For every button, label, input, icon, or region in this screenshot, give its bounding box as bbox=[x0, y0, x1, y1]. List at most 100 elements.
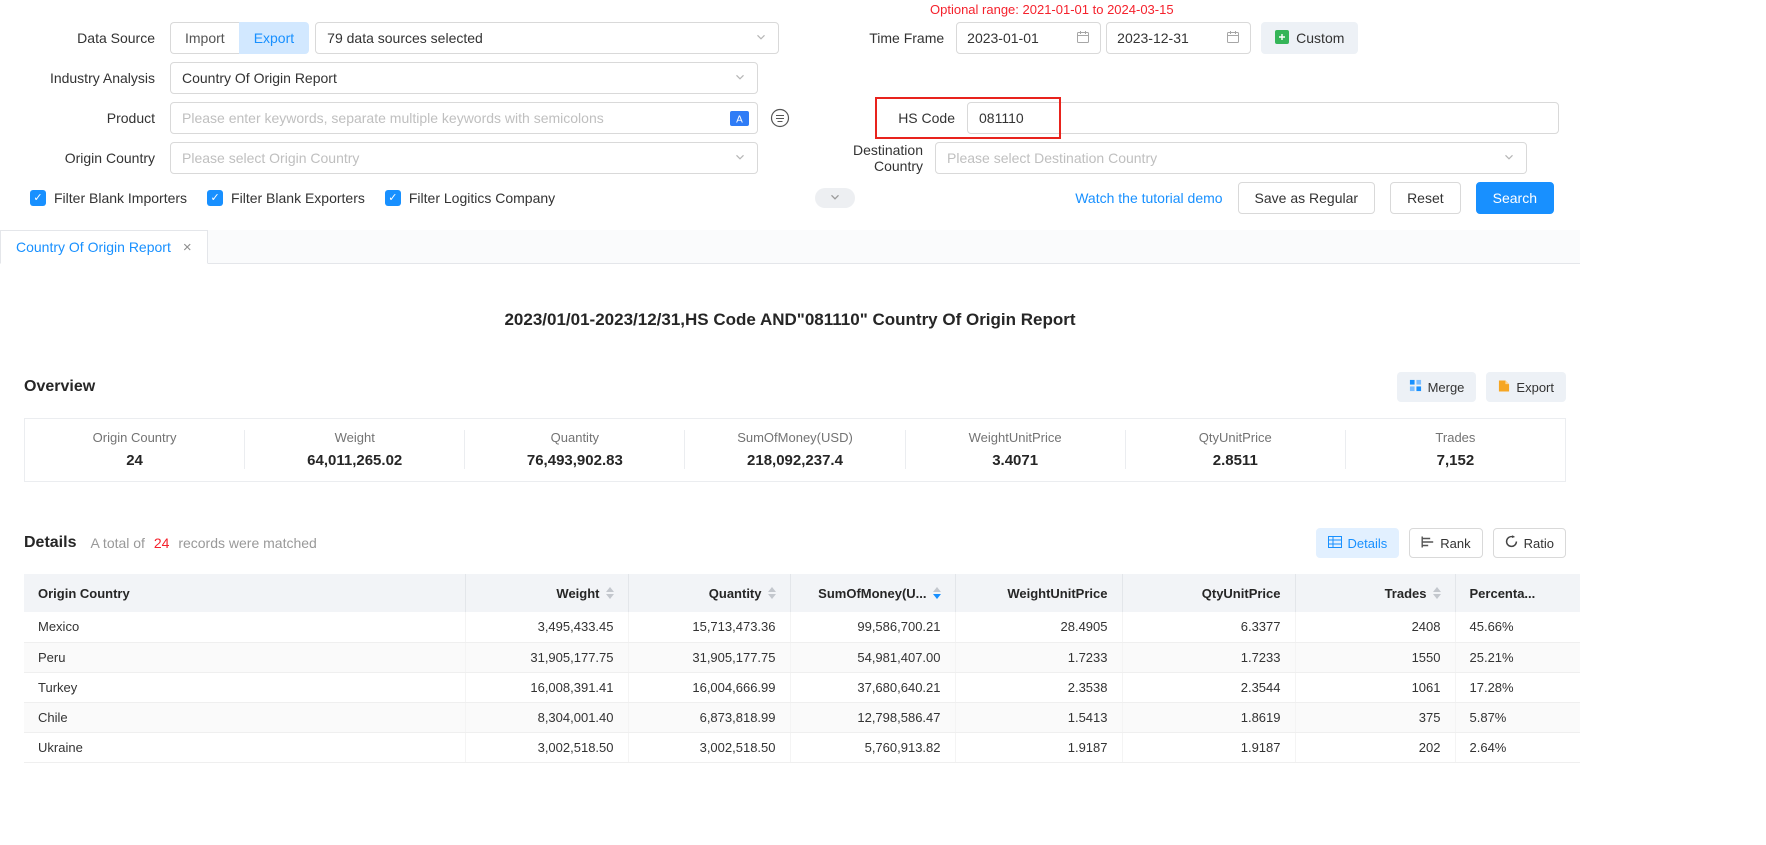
ratio-view-button[interactable]: Ratio bbox=[1493, 528, 1566, 558]
details-view-button[interactable]: Details bbox=[1316, 528, 1400, 558]
checkbox-label: Filter Blank Exporters bbox=[231, 190, 365, 206]
stat-value: 2.8511 bbox=[1126, 452, 1345, 469]
import-toggle-button[interactable]: Import bbox=[170, 22, 239, 54]
cell-weight: 8,304,001.40 bbox=[465, 702, 628, 732]
destination-country-select[interactable]: Please select Destination Country bbox=[935, 142, 1527, 174]
match-summary: A total of 24 records were matched bbox=[90, 535, 316, 551]
search-button[interactable]: Search bbox=[1476, 182, 1554, 214]
reset-button[interactable]: Reset bbox=[1390, 182, 1461, 214]
stat-label: WeightUnitPrice bbox=[906, 430, 1125, 445]
custom-button[interactable]: Custom bbox=[1261, 22, 1358, 54]
custom-icon bbox=[1275, 30, 1289, 47]
filter-row-industry: Industry Analysis Country Of Origin Repo… bbox=[0, 62, 1580, 94]
close-icon[interactable] bbox=[183, 240, 192, 255]
merge-button[interactable]: Merge bbox=[1397, 372, 1477, 402]
cell-qty-unit-price: 1.8619 bbox=[1122, 702, 1295, 732]
cell-origin-country: Mexico bbox=[24, 612, 465, 642]
product-keywords-input[interactable] bbox=[182, 110, 730, 126]
stat-value: 24 bbox=[25, 452, 244, 469]
column-label: WeightUnitPrice bbox=[1007, 586, 1107, 601]
calendar-icon bbox=[1076, 30, 1090, 47]
sort-icons[interactable] bbox=[606, 587, 614, 599]
save-as-regular-button[interactable]: Save as Regular bbox=[1238, 182, 1376, 214]
chevron-down-icon bbox=[734, 70, 746, 86]
time-frame-label: Time Frame bbox=[824, 30, 956, 46]
chevron-down-icon bbox=[829, 191, 841, 206]
industry-analysis-label: Industry Analysis bbox=[0, 70, 170, 86]
matched-count: 24 bbox=[154, 535, 170, 551]
sort-icons[interactable] bbox=[768, 587, 776, 599]
translate-icon[interactable]: A bbox=[730, 111, 749, 126]
sort-icons[interactable] bbox=[933, 587, 941, 599]
export-toggle-button[interactable]: Export bbox=[239, 22, 309, 54]
report-body: Overview Merge Export Origin Country 24 … bbox=[0, 372, 1580, 763]
end-date-input[interactable]: 2023-12-31 bbox=[1106, 22, 1251, 54]
cell-sum-of-money: 12,798,586.47 bbox=[790, 702, 955, 732]
export-button[interactable]: Export bbox=[1486, 372, 1566, 402]
rank-view-button[interactable]: Rank bbox=[1409, 528, 1482, 558]
batch-input-icon[interactable] bbox=[770, 108, 790, 128]
overview-header: Overview Merge Export bbox=[24, 372, 1566, 402]
table-header-row: Origin Country Weight Quantity SumOfMone… bbox=[24, 574, 1580, 612]
tutorial-demo-link[interactable]: Watch the tutorial demo bbox=[1075, 190, 1222, 206]
data-source-selected-value: 79 data sources selected bbox=[327, 30, 483, 46]
cell-weight: 16,008,391.41 bbox=[465, 672, 628, 702]
stat-quantity: Quantity 76,493,902.83 bbox=[465, 430, 685, 469]
sort-icons[interactable] bbox=[1433, 587, 1441, 599]
svg-text:A: A bbox=[736, 114, 743, 125]
hs-code-input[interactable] bbox=[979, 110, 1550, 126]
details-header: Details A total of 24 records were match… bbox=[24, 528, 1566, 558]
stat-weight-unit-price: WeightUnitPrice 3.4071 bbox=[906, 430, 1126, 469]
industry-analysis-select[interactable]: Country Of Origin Report bbox=[170, 62, 758, 94]
stat-qty-unit-price: QtyUnitPrice 2.8511 bbox=[1126, 430, 1346, 469]
cell-trades: 375 bbox=[1295, 702, 1455, 732]
stat-origin-country: Origin Country 24 bbox=[25, 430, 245, 469]
tab-bar: Country Of Origin Report bbox=[0, 230, 1580, 264]
stat-value: 7,152 bbox=[1346, 452, 1565, 469]
overview-tools: Merge Export bbox=[1397, 372, 1566, 402]
data-source-toggle: Import Export bbox=[170, 22, 309, 54]
cell-sum-of-money: 54,981,407.00 bbox=[790, 642, 955, 672]
table-row: Ukraine 3,002,518.50 3,002,518.50 5,760,… bbox=[24, 732, 1580, 762]
view-switcher: Details Rank Ratio bbox=[1316, 528, 1566, 558]
stat-value: 218,092,237.4 bbox=[685, 452, 904, 469]
summary-suffix: records were matched bbox=[178, 535, 317, 551]
cell-weight-unit-price: 1.9187 bbox=[955, 732, 1122, 762]
cell-sum-of-money: 37,680,640.21 bbox=[790, 672, 955, 702]
column-label: Percenta... bbox=[1470, 586, 1536, 601]
report-title: 2023/01/01-2023/12/31,HS Code AND"081110… bbox=[0, 310, 1580, 330]
merge-button-label: Merge bbox=[1428, 380, 1465, 395]
filter-row-options: Filter Blank Importers Filter Blank Expo… bbox=[0, 182, 1580, 214]
product-input-wrap: A bbox=[170, 102, 758, 134]
filter-logistics-company-checkbox[interactable]: Filter Logitics Company bbox=[385, 190, 555, 206]
stat-weight: Weight 64,011,265.02 bbox=[245, 430, 465, 469]
ratio-circle-icon bbox=[1505, 535, 1518, 551]
origin-country-select[interactable]: Please select Origin Country bbox=[170, 142, 758, 174]
start-date-input[interactable]: 2023-01-01 bbox=[956, 22, 1101, 54]
export-button-label: Export bbox=[1516, 380, 1554, 395]
merge-icon bbox=[1409, 379, 1422, 395]
cell-weight-unit-price: 28.4905 bbox=[955, 612, 1122, 642]
data-source-select[interactable]: 79 data sources selected bbox=[315, 22, 779, 54]
column-label: Quantity bbox=[709, 586, 762, 601]
table-view-icon bbox=[1328, 536, 1342, 551]
end-date-value: 2023-12-31 bbox=[1117, 30, 1189, 46]
cell-percentage: 2.64% bbox=[1455, 732, 1580, 762]
destination-country-placeholder: Please select Destination Country bbox=[947, 150, 1157, 166]
cell-quantity: 16,004,666.99 bbox=[628, 672, 790, 702]
cell-weight-unit-price: 2.3538 bbox=[955, 672, 1122, 702]
column-label: SumOfMoney(U... bbox=[818, 586, 926, 601]
checkbox-label: Filter Logitics Company bbox=[409, 190, 555, 206]
product-label: Product bbox=[0, 110, 170, 126]
custom-button-label: Custom bbox=[1296, 30, 1344, 46]
filter-blank-exporters-checkbox[interactable]: Filter Blank Exporters bbox=[207, 190, 365, 206]
cell-weight: 31,905,177.75 bbox=[465, 642, 628, 672]
tab-label: Country Of Origin Report bbox=[16, 239, 171, 255]
tab-country-of-origin-report[interactable]: Country Of Origin Report bbox=[0, 230, 208, 264]
cell-trades: 2408 bbox=[1295, 612, 1455, 642]
app: Optional range: 2021-01-01 to 2024-03-15… bbox=[0, 0, 1580, 763]
expand-filters-button[interactable] bbox=[815, 188, 855, 208]
filter-blank-importers-checkbox[interactable]: Filter Blank Importers bbox=[30, 190, 187, 206]
stat-label: Origin Country bbox=[25, 430, 244, 445]
cell-qty-unit-price: 1.9187 bbox=[1122, 732, 1295, 762]
